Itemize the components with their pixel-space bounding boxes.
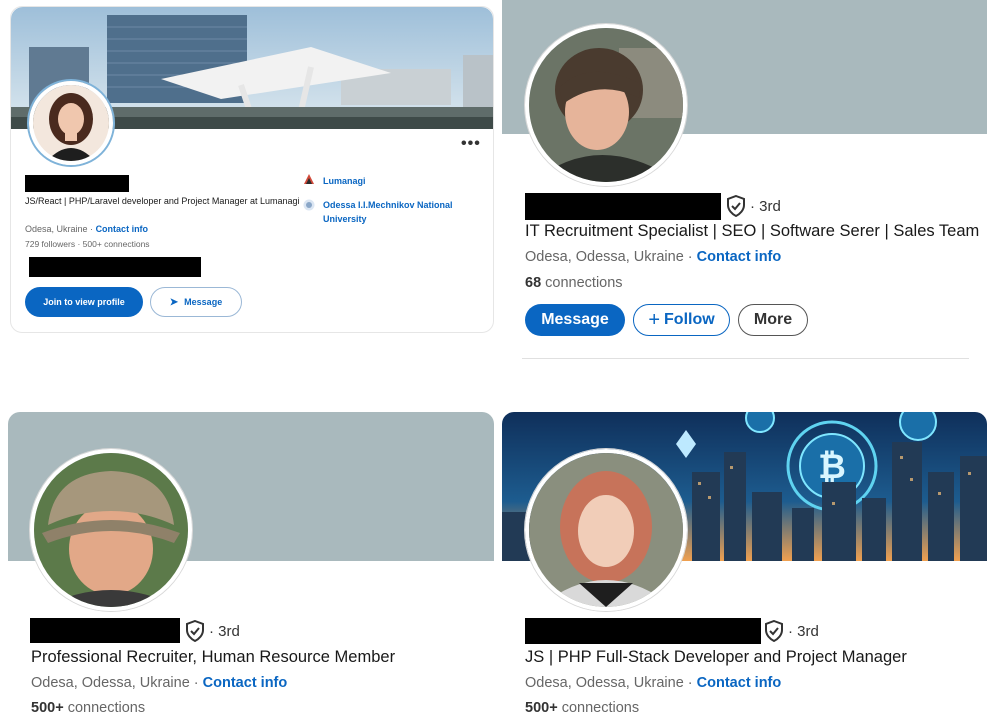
- avatar[interactable]: [30, 449, 192, 611]
- headline: JS/React | PHP/Laravel developer and Pro…: [25, 196, 300, 206]
- contact-info-link[interactable]: Contact info: [96, 224, 149, 234]
- headline: IT Recruitment Specialist | SEO | Softwa…: [525, 222, 980, 240]
- send-icon: ➤: [169, 296, 179, 308]
- plus-icon: +: [648, 308, 661, 331]
- location: Odesa, Odessa, Ukraine ·: [525, 249, 693, 265]
- connections-line: 68 connections: [525, 275, 623, 291]
- location-line: Odesa, Odessa, Ukraine · Contact info: [525, 675, 781, 691]
- headline: JS | PHP Full-Stack Developer and Projec…: [525, 648, 907, 666]
- follow-button[interactable]: + Follow: [633, 304, 730, 336]
- connections-count: 500+ connections: [82, 239, 150, 249]
- university-logo-icon: [303, 198, 315, 216]
- redacted-name: [525, 618, 761, 644]
- education-name: Odessa I.I.Mechnikov National University: [323, 200, 453, 224]
- connections-count: 68: [525, 275, 542, 291]
- location-line: Odesa, Ukraine · Contact info: [25, 224, 149, 234]
- headline: Professional Recruiter, Human Resource M…: [31, 648, 396, 666]
- message-button[interactable]: ➤ Message: [150, 287, 242, 317]
- verified-shield-icon: [726, 194, 746, 222]
- location: Odesa, Odessa, Ukraine ·: [31, 675, 199, 691]
- contact-info-link[interactable]: Contact info: [203, 675, 288, 691]
- svg-text:₿: ₿: [818, 447, 846, 487]
- redacted-line: [29, 257, 201, 277]
- message-button[interactable]: Message: [525, 304, 625, 336]
- location: Odesa, Ukraine: [25, 224, 88, 234]
- verified-shield-icon: [764, 619, 784, 647]
- location-line: Odesa, Odessa, Ukraine · Contact info: [525, 249, 781, 265]
- more-options-icon[interactable]: •••: [461, 135, 481, 153]
- avatar[interactable]: [29, 81, 113, 165]
- experience-item-lumanagi[interactable]: Lumanagi: [303, 172, 366, 190]
- redacted-name: [25, 175, 129, 192]
- profile-card-3: · 3rd Professional Recruiter, Human Reso…: [8, 412, 494, 725]
- connections-line: 500+ connections: [31, 700, 145, 716]
- connection-degree: · 3rd: [788, 623, 819, 640]
- experience-name: Lumanagi: [323, 176, 366, 186]
- verified-shield-icon: [185, 619, 205, 647]
- avatar[interactable]: [525, 24, 687, 186]
- stats-line: 729 followers · 500+ connections: [25, 239, 150, 249]
- redacted-name: [525, 193, 721, 220]
- join-to-view-profile-button[interactable]: Join to view profile: [25, 287, 143, 317]
- education-item-university[interactable]: Odessa I.I.Mechnikov National University: [303, 198, 473, 226]
- lumanagi-logo-icon: [303, 172, 315, 190]
- connection-degree: · 3rd: [750, 198, 781, 215]
- connection-degree: · 3rd: [209, 623, 240, 640]
- follow-label: Follow: [664, 311, 715, 328]
- location: Odesa, Odessa, Ukraine ·: [525, 675, 693, 691]
- connections-label: connections: [561, 700, 640, 716]
- message-label: Message: [184, 297, 223, 307]
- location-line: Odesa, Odessa, Ukraine · Contact info: [31, 675, 287, 691]
- more-button[interactable]: More: [738, 304, 808, 336]
- connections-label: connections: [67, 700, 146, 716]
- contact-info-link[interactable]: Contact info: [697, 675, 782, 691]
- redacted-name: [30, 618, 180, 643]
- profile-card-2: · 3rd IT Recruitment Specialist | SEO | …: [502, 0, 995, 360]
- followers-count: 729 followers: [25, 239, 76, 249]
- contact-info-link[interactable]: Contact info: [697, 249, 782, 265]
- connections-count: 500+: [31, 700, 64, 716]
- connections-line: 500+ connections: [525, 700, 639, 716]
- connections-count: 500+: [525, 700, 558, 716]
- avatar[interactable]: [525, 449, 687, 611]
- connections-label: connections: [545, 275, 623, 291]
- divider: [522, 358, 969, 359]
- profile-card-1: ••• JS/React | PHP/Laravel developer and…: [10, 6, 494, 333]
- profile-card-4: ₿ · 3rd JS | PHP Full-Stack Developer an…: [502, 412, 995, 725]
